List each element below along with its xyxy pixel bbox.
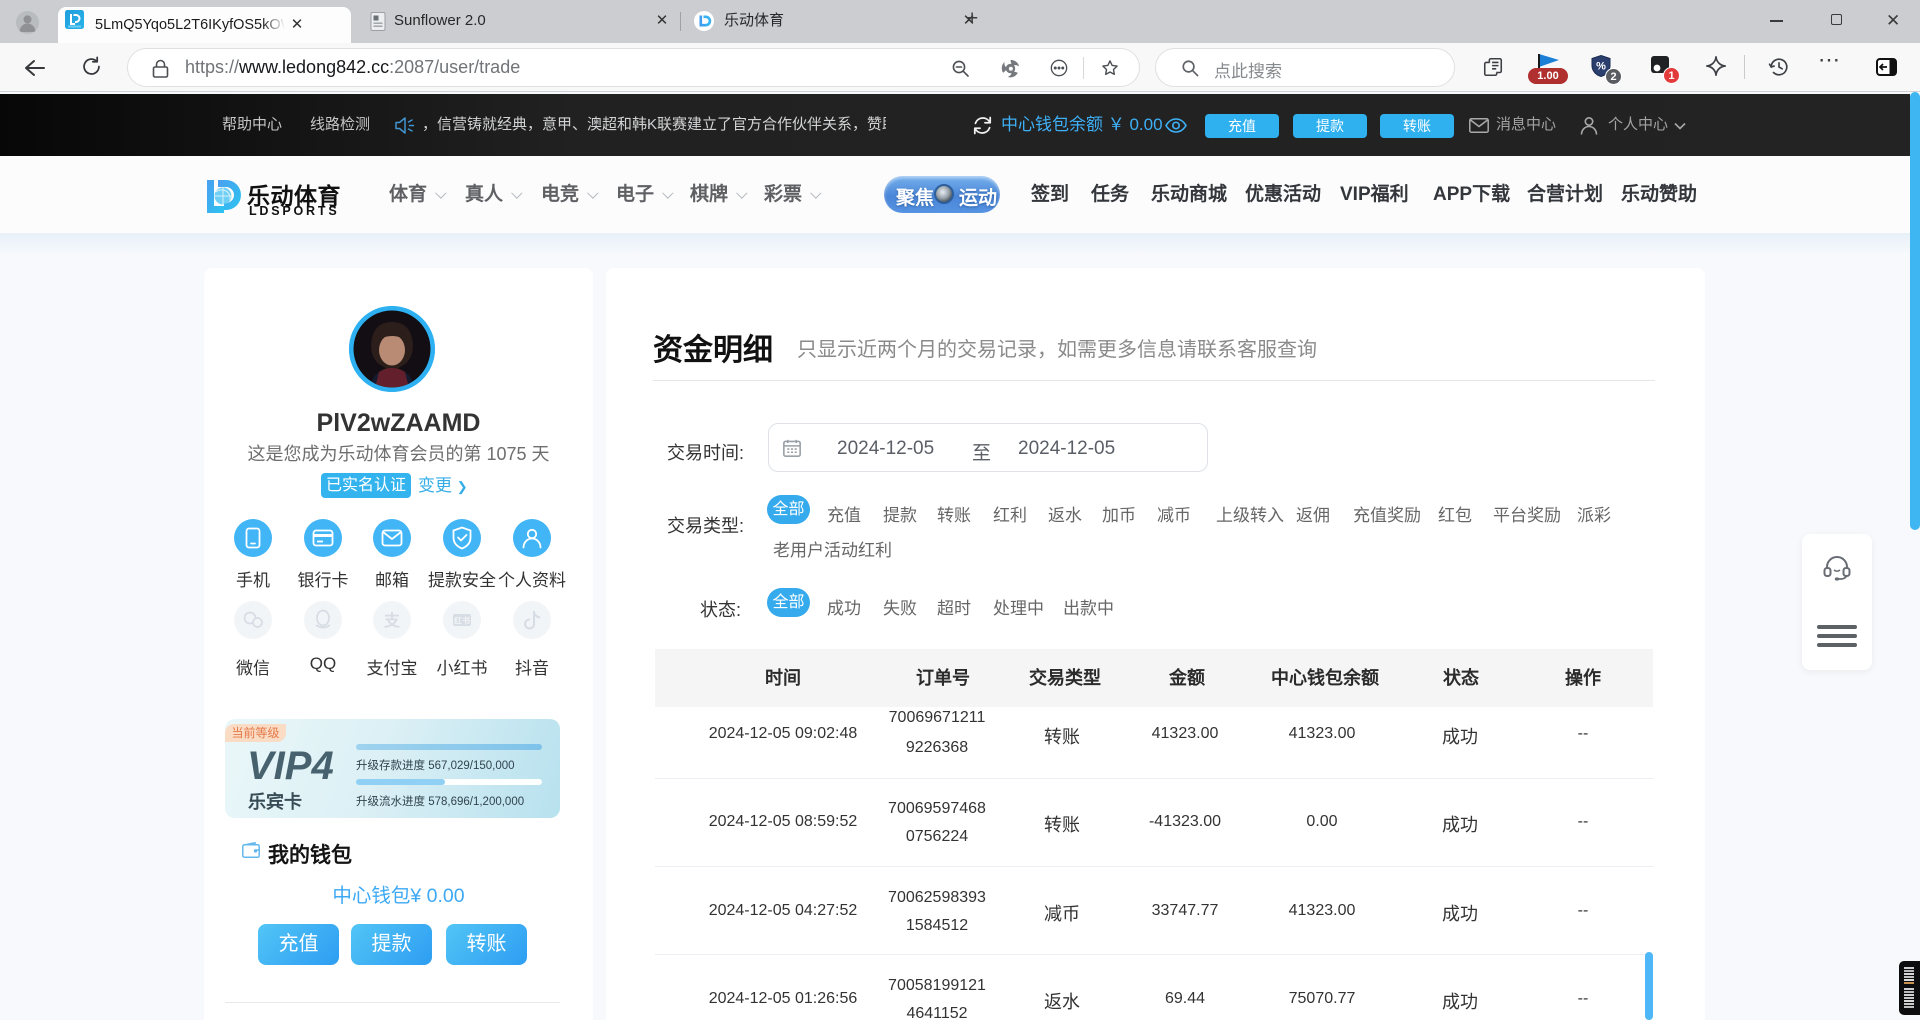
svg-text:支: 支 <box>383 611 401 630</box>
svg-text:%: % <box>1596 61 1606 73</box>
svg-text:红书: 红书 <box>454 616 470 626</box>
